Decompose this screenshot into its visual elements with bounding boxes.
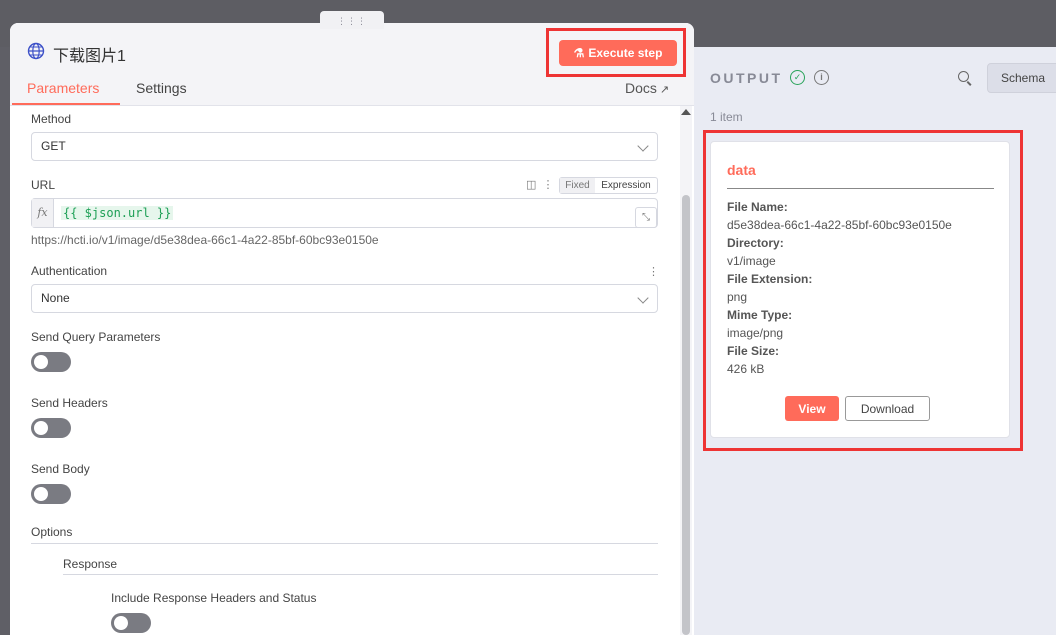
tab-active-underline — [12, 103, 120, 105]
url-expression-text[interactable]: {{ $json.url }} — [61, 206, 174, 220]
send-query-label: Send Query Parameters — [31, 330, 161, 344]
authentication-select[interactable]: None — [31, 284, 658, 313]
more-options-icon[interactable]: ⋮ — [543, 179, 554, 191]
method-label: Method — [31, 112, 72, 126]
response-label: Response — [63, 557, 118, 571]
method-value: GET — [41, 139, 66, 153]
mode-fixed[interactable]: Fixed — [560, 178, 595, 193]
send-query-toggle[interactable] — [31, 352, 71, 372]
send-headers-toggle[interactable] — [31, 418, 71, 438]
expand-editor-icon[interactable]: ⤡ — [635, 207, 657, 228]
node-parameters-panel: 下载图片1 ⚗ Execute step Parameters Settings … — [10, 23, 694, 635]
send-body-toggle[interactable] — [31, 484, 71, 504]
response-divider — [63, 574, 658, 575]
fixed-expression-toggle[interactable]: Fixed Expression — [559, 177, 658, 194]
options-label: Options — [31, 525, 73, 539]
tab-parameters[interactable]: Parameters — [27, 80, 99, 96]
info-icon[interactable]: i — [814, 70, 829, 85]
output-item-count: 1 item — [710, 110, 743, 124]
method-select[interactable]: GET — [31, 132, 658, 161]
node-title[interactable]: 下载图片1 — [53, 42, 126, 66]
options-divider — [31, 543, 658, 544]
success-check-icon: ✓ — [790, 70, 805, 85]
output-title: OUTPUT — [710, 70, 783, 86]
split-view-icon[interactable]: ◫ — [526, 179, 536, 191]
chevron-down-icon — [637, 292, 649, 304]
more-options-icon[interactable]: ⋮ — [648, 265, 659, 278]
scroll-up-arrow-icon[interactable] — [681, 109, 691, 115]
schema-view-button[interactable]: Schema — [987, 63, 1056, 93]
mode-expression[interactable]: Expression — [595, 178, 657, 193]
highlight-box-output — [703, 130, 1023, 451]
url-field-actions: ◫ ⋮ — [526, 178, 554, 191]
authentication-label: Authentication — [31, 264, 108, 278]
url-expression-input[interactable]: fx {{ $json.url }} ⤡ — [31, 198, 658, 228]
external-link-icon: ↗ — [659, 84, 670, 96]
drag-handle[interactable]: ⋮⋮⋮ — [320, 11, 384, 29]
highlight-box-execute — [546, 28, 686, 77]
send-headers-label: Send Headers — [31, 396, 108, 410]
docs-link-label: Docs — [625, 80, 657, 96]
url-label: URL — [31, 178, 56, 192]
globe-icon — [27, 42, 45, 60]
include-headers-label: Include Response Headers and Status — [111, 591, 317, 605]
scrollbar-thumb[interactable] — [682, 195, 690, 635]
fx-icon: fx — [32, 199, 54, 227]
url-resolved-preview: https://hcti.io/v1/image/d5e38dea-66c1-4… — [31, 233, 379, 247]
send-body-label: Send Body — [31, 462, 90, 476]
include-headers-toggle[interactable] — [111, 613, 151, 633]
docs-link[interactable]: Docs ↗ — [625, 80, 669, 96]
tab-settings[interactable]: Settings — [136, 80, 187, 96]
authentication-value: None — [41, 291, 70, 305]
chevron-down-icon — [637, 140, 649, 152]
search-icon[interactable] — [958, 71, 969, 82]
